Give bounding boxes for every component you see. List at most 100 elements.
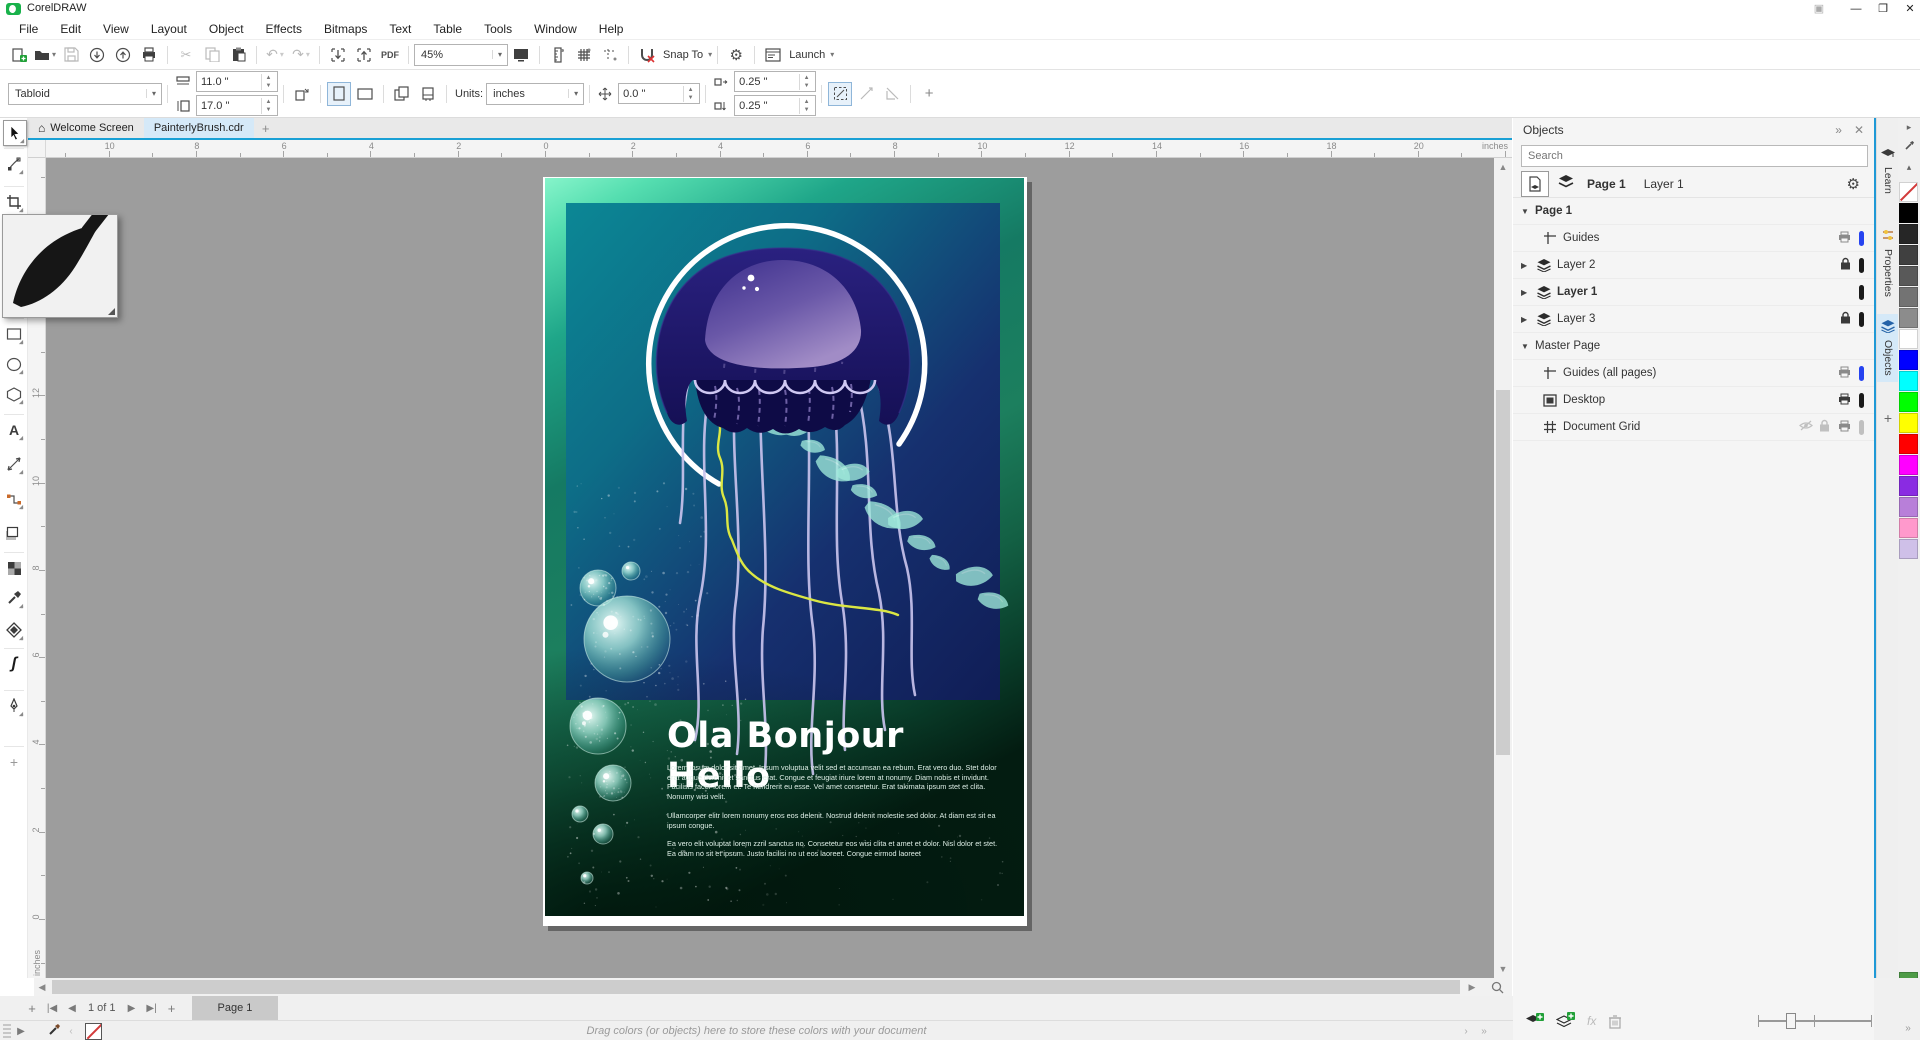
new-layer-button[interactable] xyxy=(1525,1013,1544,1029)
color-swatch[interactable] xyxy=(1899,434,1918,454)
connector-tool-icon[interactable] xyxy=(3,487,25,511)
fill-tool-icon[interactable] xyxy=(3,618,25,642)
no-color-swatch[interactable] xyxy=(1899,182,1918,202)
menu-view[interactable]: View xyxy=(92,18,140,40)
new-master-layer-button[interactable] xyxy=(1556,1012,1575,1030)
color-swatch[interactable] xyxy=(1899,245,1918,265)
lock-icon[interactable] xyxy=(1840,257,1851,273)
open-document-dropdown-icon[interactable]: ▾ xyxy=(52,50,56,59)
layer-row-layer-3[interactable]: ▶ Layer 3 xyxy=(1513,306,1874,333)
page-height-spinner[interactable]: ▲ ▼ xyxy=(261,97,275,114)
duplicate-distance-y-input[interactable] xyxy=(735,99,800,112)
page-width-field[interactable]: ▲▼ xyxy=(196,71,278,92)
shadow-tool-icon[interactable] xyxy=(3,521,25,545)
import-icon[interactable] xyxy=(326,43,350,67)
slider-handle[interactable] xyxy=(1786,1013,1796,1029)
page-border-icon[interactable] xyxy=(880,82,904,106)
undo-icon[interactable]: ↶ ▾ xyxy=(263,43,287,67)
get-more-icon[interactable] xyxy=(85,43,109,67)
eyedropper-tool-icon[interactable] xyxy=(3,586,25,610)
layer-row-document-grid[interactable]: Document Grid xyxy=(1513,414,1874,441)
docker-close-icon[interactable]: ✕ xyxy=(1854,123,1864,137)
lock-icon[interactable] xyxy=(1819,419,1830,435)
duplicate-distance-x-field[interactable]: ▲▼ xyxy=(734,71,817,92)
docker-dock-icon[interactable]: » xyxy=(1835,123,1842,137)
horizontal-ruler[interactable]: 10 8 6 4 2 0 2 4 6 8 10 12 14 16 18 20 inches xyxy=(46,140,1512,158)
pen-tool-icon[interactable] xyxy=(3,694,25,718)
page-width-input[interactable] xyxy=(197,75,261,88)
color-swatch[interactable] xyxy=(1899,371,1918,391)
portrait-orientation-button[interactable] xyxy=(327,81,351,106)
show-guidelines-icon[interactable] xyxy=(598,43,622,67)
scroll-down-button[interactable]: ▼ xyxy=(1494,960,1512,978)
smear-tool-icon[interactable]: ʃ xyxy=(3,652,25,676)
nudge-distance-input[interactable] xyxy=(619,87,684,100)
document-page[interactable]: Ola Bonjour Hello Lorem ipsum dolor sit … xyxy=(543,177,1027,926)
color-swatch[interactable] xyxy=(1899,308,1918,328)
color-swatch[interactable] xyxy=(1899,329,1918,349)
page-layer-view-icon[interactable] xyxy=(1521,170,1549,197)
visibility-icon[interactable] xyxy=(1799,420,1813,434)
color-swatch[interactable] xyxy=(1899,203,1918,223)
page-height-input[interactable] xyxy=(197,99,261,112)
save-document-icon[interactable] xyxy=(59,43,83,67)
page-height-field[interactable]: ▲▼ xyxy=(196,95,278,116)
launch-label[interactable]: Launch xyxy=(789,49,825,61)
color-swatch[interactable] xyxy=(1899,392,1918,412)
layer-row-desktop[interactable]: Desktop xyxy=(1513,387,1874,414)
layer-pen-indicator[interactable] xyxy=(1859,257,1864,273)
vertical-scrollbar[interactable]: ▲ ▼ xyxy=(1494,158,1512,978)
transparency-tool-icon[interactable] xyxy=(3,556,25,580)
pick-tool-icon[interactable] xyxy=(3,120,27,146)
open-document-icon[interactable]: ▾ xyxy=(33,43,57,67)
layer-row-layer-2[interactable]: ▶ Layer 2 xyxy=(1513,252,1874,279)
color-swatch[interactable] xyxy=(1899,497,1918,517)
launch-dropdown-icon[interactable]: ▾ xyxy=(830,50,834,59)
zoom-dropdown-icon[interactable]: ▾ xyxy=(492,50,507,59)
publish-to-pdf-icon[interactable]: PDF xyxy=(378,43,402,67)
color-swatch[interactable] xyxy=(1899,287,1918,307)
cut-icon[interactable]: ✂ xyxy=(174,43,198,67)
launch-app-icon[interactable] xyxy=(761,43,785,67)
show-grid-icon[interactable] xyxy=(572,43,596,67)
brush-flyout-preview[interactable] xyxy=(2,200,118,318)
tree-caret-icon[interactable]: ▼ xyxy=(1521,207,1535,216)
snap-to-label[interactable]: Snap To xyxy=(663,49,703,61)
new-document-tab-button[interactable]: + xyxy=(254,118,278,138)
printable-icon[interactable] xyxy=(1838,366,1851,381)
color-swatch[interactable] xyxy=(1899,350,1918,370)
layer-row-guides-all-pages-[interactable]: Guides (all pages) xyxy=(1513,360,1874,387)
menu-help[interactable]: Help xyxy=(588,18,635,40)
layer-row-guides[interactable]: Guides xyxy=(1513,225,1874,252)
export-icon[interactable] xyxy=(352,43,376,67)
color-swatch[interactable] xyxy=(1899,476,1918,496)
color-swatch[interactable] xyxy=(1899,224,1918,244)
page-size-preset-combo[interactable]: Tabloid ▾ xyxy=(8,82,162,105)
crop-tool-icon[interactable] xyxy=(3,190,25,214)
ellipse-tool-icon[interactable] xyxy=(3,352,25,376)
layer-pen-indicator[interactable] xyxy=(1859,311,1864,327)
menu-bitmaps[interactable]: Bitmaps xyxy=(313,18,378,40)
treat-as-filled-toggle[interactable] xyxy=(828,81,853,106)
docker-tab-properties[interactable]: Properties xyxy=(1877,222,1899,303)
landscape-orientation-button[interactable] xyxy=(353,82,377,106)
tree-caret-icon[interactable]: ▶ xyxy=(1521,288,1535,297)
palette-expand-icon[interactable]: » xyxy=(1898,1018,1918,1038)
nudge-distance-field[interactable]: ▲▼ xyxy=(618,83,701,104)
zoom-to-fit-icon[interactable] xyxy=(1484,978,1510,996)
page-tab[interactable]: Page 1 xyxy=(191,996,279,1020)
add-docker-button[interactable]: + xyxy=(1877,410,1899,426)
menu-layout[interactable]: Layout xyxy=(140,18,198,40)
layer-opacity-slider[interactable] xyxy=(1758,1013,1872,1029)
menu-table[interactable]: Table xyxy=(422,18,473,40)
palette-flyout-icon[interactable]: ▸ xyxy=(1898,122,1920,133)
new-document-icon[interactable] xyxy=(7,43,31,67)
tree-caret-icon[interactable]: ▶ xyxy=(1521,261,1535,270)
color-swatch[interactable] xyxy=(1899,518,1918,538)
units-combo[interactable]: inches ▾ xyxy=(486,82,585,105)
duplicate-distance-y-spinner[interactable]: ▲ ▼ xyxy=(799,97,813,114)
autofit-page-icon[interactable] xyxy=(290,82,314,106)
show-rulers-icon[interactable] xyxy=(546,43,570,67)
expand-more-icon[interactable]: » xyxy=(1474,1021,1494,1040)
duplicate-distance-y-field[interactable]: ▲▼ xyxy=(734,95,817,116)
